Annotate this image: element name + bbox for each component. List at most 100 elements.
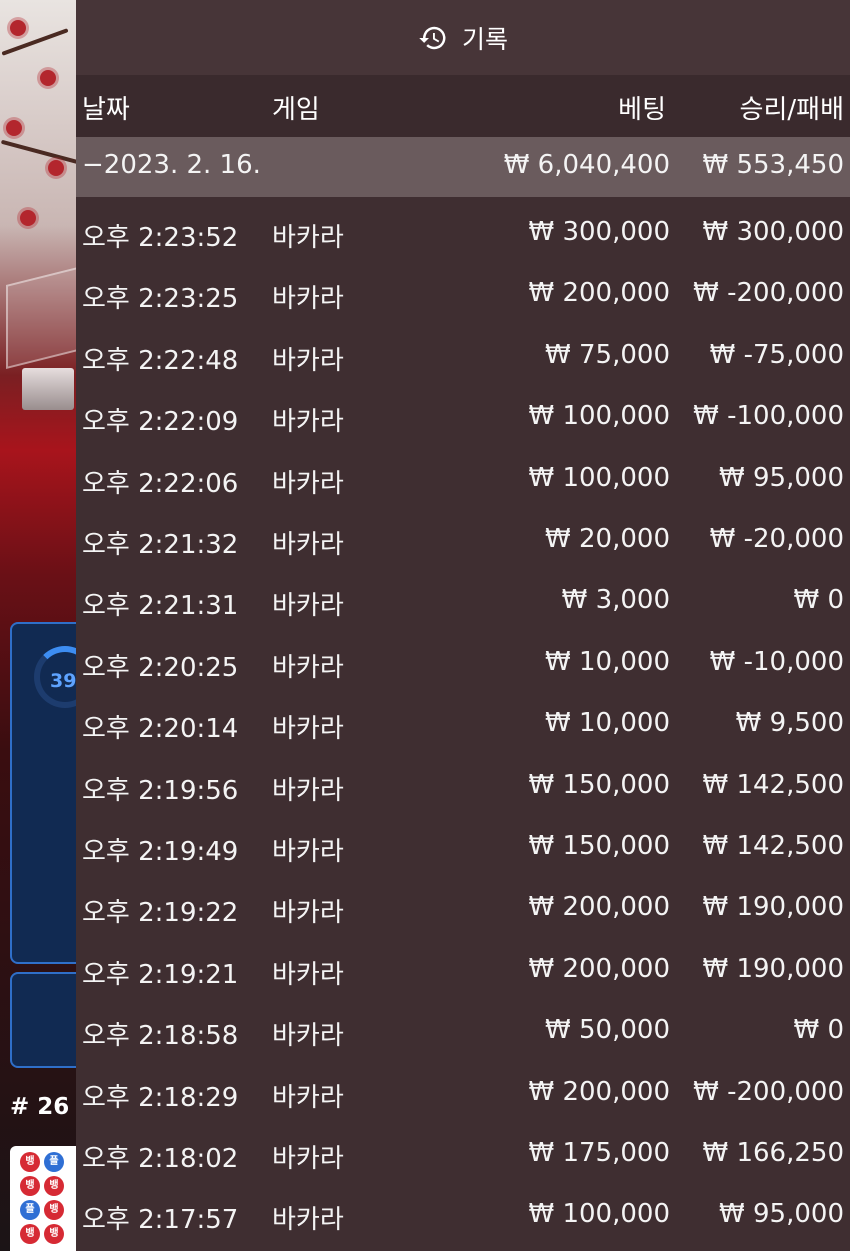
row-bet: ₩ 3,000 — [561, 585, 670, 616]
row-win-loss: ₩ 95,000 — [719, 1199, 844, 1230]
row-win-loss: ₩ 142,500 — [702, 831, 845, 861]
row-bet: ₩ 200,000 — [528, 953, 671, 984]
row-bet: ₩ 300,000 — [528, 217, 671, 247]
row-bet: ₩ 100,000 — [528, 462, 671, 493]
row-time: 오후 2:19:56 — [82, 775, 239, 806]
round-number: # 26 — [10, 1094, 70, 1120]
history-icon — [419, 26, 446, 49]
blossom — [48, 160, 64, 176]
table-row[interactable]: 오후 2:18:02 바카라 ₩ 175,000 ₩ 166,250 — [76, 1124, 850, 1185]
table-row[interactable]: 오후 2:18:29 바카라 ₩ 200,000 ₩ -200,000 — [76, 1063, 850, 1124]
row-game: 바카라 — [272, 1144, 344, 1174]
table-row[interactable]: 오후 2:19:56 바카라 ₩ 150,000 ₩ 142,500 — [76, 756, 850, 817]
column-date: 날짜 — [82, 95, 130, 125]
row-time: 오후 2:21:32 — [82, 530, 239, 560]
row-win-loss: ₩ 0 — [793, 1015, 844, 1046]
column-bet: 베팅 — [618, 95, 666, 125]
table-row[interactable]: 오후 2:19:49 바카라 ₩ 150,000 ₩ 142,500 — [76, 817, 850, 878]
bead-banker: 뱅 — [20, 1152, 40, 1172]
blossom — [6, 120, 22, 136]
blossom — [10, 20, 26, 36]
summary-bet: ₩ 6,040,400 — [503, 150, 670, 180]
card-shoe — [6, 267, 78, 369]
row-win-loss: ₩ 300,000 — [702, 217, 845, 247]
table-row[interactable]: 오후 2:19:22 바카라 ₩ 200,000 ₩ 190,000 — [76, 878, 850, 939]
row-game: 바카라 — [272, 223, 344, 253]
table-row[interactable]: 오후 2:22:09 바카라 ₩ 100,000 ₩ -100,000 — [76, 387, 850, 448]
summary-date: −2023. 2. 16. — [82, 150, 261, 180]
row-game: 바카라 — [272, 959, 344, 990]
blossom — [40, 70, 56, 86]
table-row[interactable]: 오후 2:22:06 바카라 ₩ 100,000 ₩ 95,000 — [76, 449, 850, 510]
row-win-loss: ₩ 166,250 — [702, 1138, 845, 1168]
history-panel: 기록 날짜 게임 베팅 승리/패배 −2023. 2. 16. ₩ 6,040,… — [76, 0, 850, 1251]
row-win-loss: ₩ 95,000 — [719, 462, 844, 493]
row-time: 오후 2:23:25 — [82, 284, 239, 315]
row-bet: ₩ 50,000 — [545, 1015, 670, 1046]
row-win-loss: ₩ -200,000 — [693, 278, 844, 309]
row-time: 오후 2:18:29 — [82, 1082, 239, 1113]
table-row[interactable]: 오후 2:17:57 바카라 ₩ 100,000 ₩ 95,000 — [76, 1185, 850, 1246]
table-header: 날짜 게임 베팅 승리/패배 — [76, 75, 850, 137]
row-time: 오후 2:21:31 — [82, 591, 239, 622]
table-row[interactable]: 오후 2:20:25 바카라 ₩ 10,000 ₩ -10,000 — [76, 633, 850, 694]
date-group-summary[interactable]: −2023. 2. 16. ₩ 6,040,400 ₩ 553,450 — [76, 137, 850, 197]
bead-banker: 뱅 — [44, 1200, 64, 1220]
table-row[interactable]: 오후 2:23:52 바카라 ₩ 300,000 ₩ 300,000 — [76, 203, 850, 264]
bead-banker: 뱅 — [20, 1224, 40, 1244]
blossom — [20, 210, 36, 226]
row-time: 오후 2:17:57 — [82, 1205, 239, 1236]
bead-banker: 뱅 — [44, 1224, 64, 1244]
row-game: 바카라 — [272, 530, 344, 560]
row-game: 바카라 — [272, 898, 344, 929]
row-bet: ₩ 100,000 — [528, 401, 671, 432]
bead-banker: 뱅 — [20, 1176, 40, 1196]
row-time: 오후 2:22:48 — [82, 345, 239, 376]
table-row[interactable]: 오후 2:21:32 바카라 ₩ 20,000 ₩ -20,000 — [76, 510, 850, 571]
row-win-loss: ₩ 190,000 — [702, 892, 845, 923]
column-game: 게임 — [272, 95, 320, 125]
row-game: 바카라 — [272, 1021, 344, 1052]
row-time: 오후 2:19:22 — [82, 898, 239, 929]
row-game: 바카라 — [272, 652, 344, 683]
bead-banker: 뱅 — [44, 1176, 64, 1196]
row-bet: ₩ 10,000 — [545, 646, 670, 677]
row-win-loss: ₩ 190,000 — [702, 953, 845, 984]
table-row[interactable]: 오후 2:22:48 바카라 ₩ 75,000 ₩ -75,000 — [76, 326, 850, 387]
bead-player: 플 — [44, 1152, 64, 1172]
row-bet: ₩ 20,000 — [545, 524, 670, 554]
table-row[interactable]: 오후 2:23:25 바카라 ₩ 200,000 ₩ -200,000 — [76, 264, 850, 325]
row-time: 오후 2:19:49 — [82, 837, 239, 867]
row-game: 바카라 — [272, 775, 344, 806]
table-row[interactable]: 오후 2:18:58 바카라 ₩ 50,000 ₩ 0 — [76, 1001, 850, 1062]
row-game: 바카라 — [272, 1082, 344, 1113]
row-game: 바카라 — [272, 591, 344, 622]
row-bet: ₩ 75,000 — [545, 339, 670, 370]
row-game: 바카라 — [272, 714, 344, 745]
card-stack — [22, 368, 74, 410]
row-game: 바카라 — [272, 1205, 344, 1236]
row-time: 오후 2:18:58 — [82, 1021, 239, 1052]
row-win-loss: ₩ -10,000 — [709, 646, 844, 677]
row-bet: ₩ 100,000 — [528, 1199, 671, 1230]
row-time: 오후 2:23:52 — [82, 223, 239, 253]
row-win-loss: ₩ -200,000 — [693, 1076, 844, 1107]
row-bet: ₩ 150,000 — [528, 769, 671, 800]
row-bet: ₩ 200,000 — [528, 1076, 671, 1107]
row-game: 바카라 — [272, 284, 344, 315]
row-time: 오후 2:22:06 — [82, 468, 239, 499]
table-row[interactable]: 오후 2:19:21 바카라 ₩ 200,000 ₩ 190,000 — [76, 940, 850, 1001]
table-row[interactable]: 오후 2:20:14 바카라 ₩ 10,000 ₩ 9,500 — [76, 694, 850, 755]
row-game: 바카라 — [272, 468, 344, 499]
row-time: 오후 2:20:14 — [82, 714, 239, 745]
row-time: 오후 2:19:21 — [82, 959, 239, 990]
row-bet: ₩ 200,000 — [528, 892, 671, 923]
row-bet: ₩ 150,000 — [528, 831, 671, 861]
row-bet: ₩ 200,000 — [528, 278, 671, 309]
history-header: 기록 — [76, 0, 850, 75]
row-game: 바카라 — [272, 345, 344, 376]
table-row[interactable]: 오후 2:21:31 바카라 ₩ 3,000 ₩ 0 — [76, 571, 850, 632]
bead-player: 플 — [20, 1200, 40, 1220]
summary-win-loss: ₩ 553,450 — [702, 150, 845, 180]
row-win-loss: ₩ -100,000 — [693, 401, 844, 432]
